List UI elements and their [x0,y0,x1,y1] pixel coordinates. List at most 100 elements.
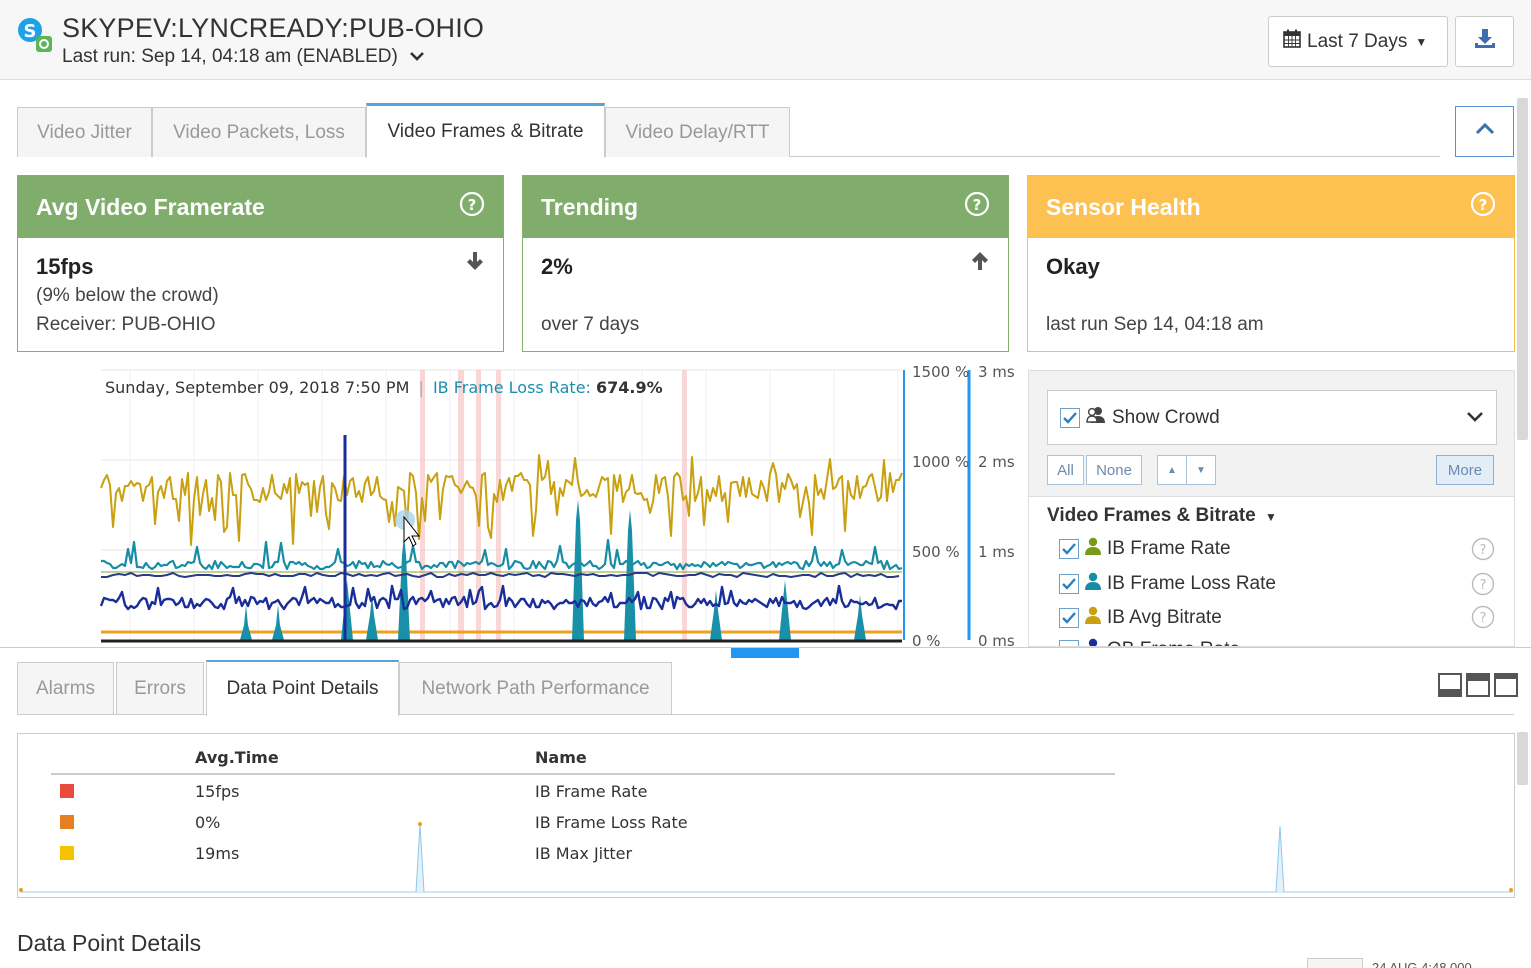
metric-group-header[interactable]: Video Frames & Bitrate ▼ [1047,505,1277,527]
checkbox-unchecked[interactable] [1059,640,1079,646]
checkbox-checked[interactable] [1060,407,1080,428]
y-tick-label: 0 % [912,632,941,647]
chart-canvas[interactable]: 1500 % 1000 % 500 % 0 % 3 ms 2 ms 1 ms 0 ms [0,360,1025,650]
svg-text:?: ? [973,196,982,214]
person-icon [1085,638,1101,646]
detail-name: IB Frame Rate [535,782,648,801]
y-tick-label: 1500 % [912,363,969,381]
spike-fill [240,605,252,640]
card-header: Sensor Health ? [1028,176,1514,238]
y-tick-label: 0 ms [978,632,1015,647]
tooltip-date: Sunday, September 09, 2018 7:50 PM [105,378,410,397]
y-tick-label: 1 ms [978,543,1015,561]
y-tick-label: 500 % [912,543,960,561]
metric-item[interactable]: IB Avg Bitrate [1059,605,1222,631]
layout-bottom-icon[interactable] [1438,673,1462,697]
chevron-down-icon[interactable] [409,46,425,68]
crowd-icon [1086,406,1106,430]
detail-time: 0% [195,813,221,832]
detail-name: IB Frame Loss Rate [535,813,688,832]
caret-down-icon: ▼ [1415,34,1428,49]
tab-network-path-performance[interactable]: Network Path Performance [399,662,672,714]
details-tabs: Alarms Errors Data Point Details Network… [17,660,1514,716]
spike-fill [572,500,584,640]
bottom-timestamp: 24 AUG 4:48 000 [1372,960,1472,968]
move-down-button[interactable]: ▼ [1186,455,1216,485]
metric-group-label: Video Frames & Bitrate [1047,505,1256,526]
series-swatch [60,784,74,798]
card-title: Sensor Health [1046,193,1201,220]
splitter-handle[interactable] [731,648,799,658]
help-icon[interactable]: ? [1471,605,1495,629]
date-range-dropdown[interactable]: Last 7 Days ▼ [1268,16,1448,67]
select-all-button[interactable]: All [1047,455,1084,485]
trending-card: Trending ? 2% over 7 days [522,175,1009,352]
layout-split-icon[interactable] [1466,673,1490,697]
card-detail: last run Sep 14, 04:18 am [1046,314,1264,335]
tab-video-packets-loss[interactable]: Video Packets, Loss [152,107,366,157]
series-panel-toolbar: Show Crowd All None ▲ ▼ More [1029,371,1514,497]
checkbox-checked[interactable] [1059,539,1079,559]
card-header: Trending ? [523,176,1008,238]
card-title: Avg Video Framerate [36,193,265,220]
person-icon [1085,606,1101,630]
card-detail: Receiver: PUB-OHIO [36,314,216,335]
help-icon[interactable]: ? [459,191,485,223]
tooltip-series-label: IB Frame Loss Rate: [432,378,591,397]
metric-item[interactable]: IB Frame Rate [1059,536,1231,562]
last-run-status[interactable]: Last run: Sep 14, 04:18 am (ENABLED) [62,46,425,68]
svg-text:S: S [24,21,37,42]
caret-up-icon: ▲ [1167,464,1177,476]
svg-text:?: ? [468,196,477,214]
help-icon[interactable]: ? [964,191,990,223]
checkbox-checked[interactable] [1059,574,1079,594]
person-icon [1085,572,1101,596]
more-button[interactable]: More [1436,455,1494,485]
sensor-health-card: Sensor Health ? Okay last run Sep 14, 04… [1027,175,1515,352]
tab-errors[interactable]: Errors [116,662,204,714]
tab-video-frames-bitrate[interactable]: Video Frames & Bitrate [366,103,605,158]
card-body: 2% over 7 days [523,238,1008,353]
checkbox-checked[interactable] [1059,608,1079,628]
y-tick-label: 3 ms [978,363,1015,381]
y-tick-label: 2 ms [978,453,1015,471]
column-header-name: Name [535,748,587,767]
select-none-button[interactable]: None [1086,455,1142,485]
calendar-icon [1283,29,1301,54]
series-ib-avg-bitrate [100,454,903,546]
series-swatch [60,846,74,860]
metric-item[interactable]: IB Frame Loss Rate [1059,571,1276,597]
layout-full-icon[interactable] [1494,673,1518,697]
help-icon[interactable]: ? [1470,191,1496,223]
detail-time: 19ms [195,844,240,863]
metric-label: IB Frame Rate [1107,538,1231,559]
metrics-chart[interactable]: 1500 % 1000 % 500 % 0 % 3 ms 2 ms 1 ms 0 ms [0,360,1025,650]
skype-logo-icon: S [16,16,54,54]
person-icon [1085,537,1101,561]
download-button[interactable] [1455,16,1514,67]
download-icon [1474,28,1496,55]
tab-alarms[interactable]: Alarms [17,662,114,714]
series-ob-frame-rate [99,584,902,611]
help-icon[interactable]: ? [1471,572,1495,596]
series-ib-frame-loss-rate [101,538,903,571]
detail-time: 15fps [195,782,240,801]
move-up-button[interactable]: ▲ [1157,455,1187,485]
page-scrollbar[interactable] [1517,98,1528,440]
metric-item[interactable]: OB Frame Rate [1059,637,1240,646]
data-point-details-panel: Avg.Time Name 15fps IB Frame Rate 0% IB … [17,733,1515,898]
tab-video-delay-rtt[interactable]: Video Delay/RTT [605,107,790,157]
column-header-time: Avg.Time [195,748,279,767]
tab-video-jitter[interactable]: Video Jitter [17,107,152,157]
detail-name: IB Max Jitter [535,844,633,863]
card-title: Trending [541,193,639,220]
card-value: Okay [1046,254,1100,279]
section-title: Data Point Details [17,930,202,956]
tab-data-point-details[interactable]: Data Point Details [206,660,399,716]
collapse-button[interactable] [1455,106,1514,157]
bottom-tab-stub[interactable] [1307,958,1363,968]
svg-text:?: ? [1480,543,1487,558]
details-scrollbar[interactable] [1517,732,1528,785]
show-crowd-dropdown[interactable]: Show Crowd [1047,390,1497,445]
help-icon[interactable]: ? [1471,537,1495,561]
